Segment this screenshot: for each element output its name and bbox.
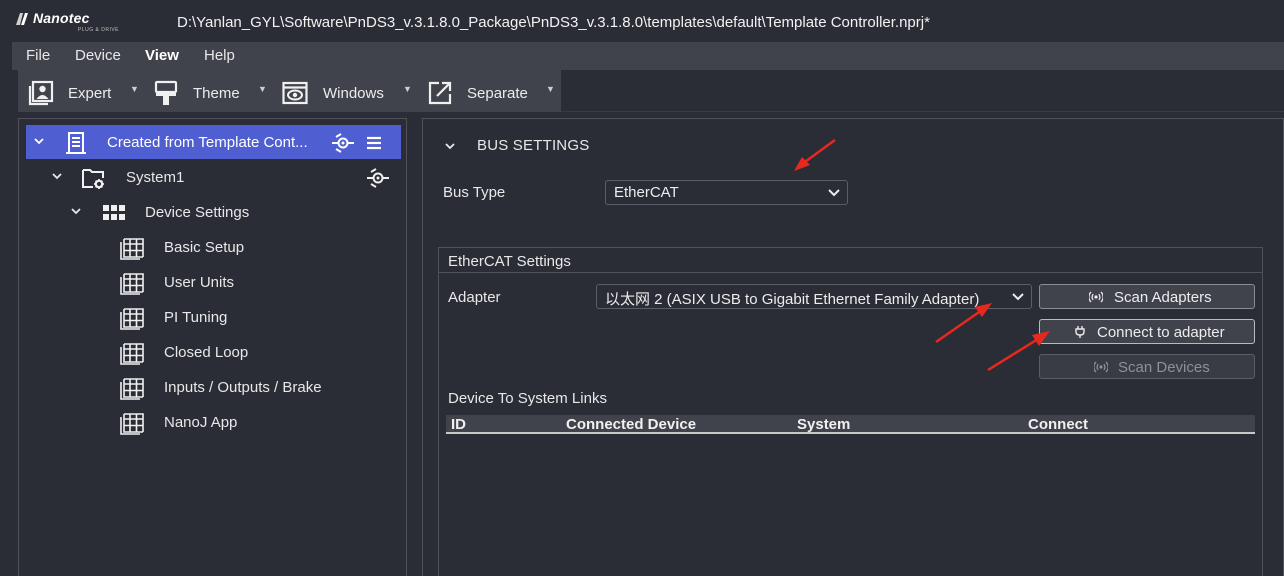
title-bar: Nanotec PLUG & DRIVE D:\Yanlan_GYL\Softw…	[0, 0, 1284, 42]
tree-label-user-units: User Units	[164, 274, 235, 291]
tree-item-system[interactable]: System1	[19, 160, 406, 194]
theme-dropdown-icon[interactable]: ▼	[258, 84, 267, 94]
logo-brand: Nanotec	[33, 10, 90, 26]
menu-device[interactable]: Device	[75, 47, 121, 64]
menu-view[interactable]: View	[145, 47, 179, 64]
wireless-signal-icon	[1089, 291, 1103, 303]
table-icon	[120, 413, 144, 435]
hamburger-menu-icon[interactable]	[362, 131, 386, 155]
adapter-select[interactable]: 以太网 2 (ASIX USB to Gigabit Ethernet Fami…	[596, 284, 1032, 309]
tree-item-project[interactable]: Created from Template Cont...	[26, 125, 401, 159]
device-links-label: Device To System Links	[448, 390, 607, 407]
tree-label-project: Created from Template Cont...	[107, 134, 308, 151]
theme-label: Theme	[193, 85, 240, 102]
tree-item-device-settings[interactable]: Device Settings	[19, 195, 406, 229]
chevron-down-icon[interactable]	[444, 140, 456, 152]
bus-type-select[interactable]: EtherCAT	[605, 180, 848, 205]
bus-type-label: Bus Type	[443, 184, 506, 201]
theme-icon	[154, 80, 178, 105]
chevron-down-icon[interactable]	[33, 135, 45, 147]
scan-devices-label: Scan Devices	[1118, 359, 1210, 376]
windows-label: Windows	[323, 85, 384, 102]
tree-label-inputs-outputs-brake: Inputs / Outputs / Brake	[164, 379, 322, 396]
table-icon	[120, 238, 144, 260]
project-tree-panel: Created from Template Cont... System1 De…	[18, 118, 407, 576]
connection-icon[interactable]	[366, 166, 390, 190]
chevron-down-icon[interactable]	[70, 205, 82, 217]
device-links-table-header: ID Connected Device System Connect	[446, 415, 1255, 434]
tree-label-nanoj-app: NanoJ App	[164, 414, 238, 431]
grid-icon	[103, 205, 125, 220]
tree-item-pi-tuning[interactable]: PI Tuning	[19, 300, 406, 334]
window-title: D:\Yanlan_GYL\Software\PnDS3_v.3.1.8.0_P…	[177, 14, 930, 31]
wireless-signal-icon	[1094, 361, 1108, 373]
connect-to-adapter-button[interactable]: Connect to adapter	[1039, 319, 1255, 344]
table-icon	[120, 378, 144, 400]
project-document-icon	[66, 132, 86, 154]
logo-tagline: PLUG & DRIVE	[78, 27, 120, 33]
bus-type-value: EtherCAT	[614, 184, 679, 201]
table-icon	[120, 308, 144, 330]
folder-settings-icon	[82, 169, 104, 189]
chevron-down-icon	[1012, 293, 1024, 301]
adapter-label: Adapter	[448, 289, 501, 306]
table-icon	[120, 343, 144, 365]
scan-adapters-button[interactable]: Scan Adapters	[1039, 284, 1255, 309]
separate-label: Separate	[467, 85, 528, 102]
adapter-value: 以太网 2 (ASIX USB to Gigabit Ethernet Fami…	[605, 291, 980, 308]
column-header-system[interactable]: System	[797, 416, 850, 433]
toolbar-divider	[561, 111, 1284, 112]
expert-dropdown-icon[interactable]: ▼	[130, 84, 139, 94]
tree-item-basic-setup[interactable]: Basic Setup	[19, 230, 406, 264]
plug-icon	[1075, 326, 1085, 338]
ethercat-settings-header: EtherCAT Settings	[439, 248, 1262, 273]
tree-item-inputs-outputs-brake[interactable]: Inputs / Outputs / Brake	[19, 370, 406, 404]
connection-icon[interactable]	[331, 131, 355, 155]
tree-item-closed-loop[interactable]: Closed Loop	[19, 335, 406, 369]
chevron-down-icon	[828, 189, 840, 197]
theme-button[interactable]: Theme ▼	[153, 70, 273, 112]
expert-label: Expert	[68, 85, 112, 102]
nanotec-logo: Nanotec PLUG & DRIVE	[16, 10, 126, 34]
separate-button[interactable]: Separate ▼	[426, 70, 558, 112]
column-header-connected-device[interactable]: Connected Device	[566, 416, 696, 433]
section-title-bus-settings: BUS SETTINGS	[477, 137, 590, 154]
connect-to-adapter-label: Connect to adapter	[1097, 324, 1225, 341]
tree-label-device-settings: Device Settings	[145, 204, 250, 221]
windows-icon	[282, 81, 308, 105]
ethercat-settings-title: EtherCAT Settings	[448, 253, 571, 270]
table-icon	[120, 273, 144, 295]
menu-file[interactable]: File	[26, 47, 50, 64]
windows-button[interactable]: Windows ▼	[282, 70, 417, 112]
tree-label-system: System1	[126, 169, 185, 186]
menu-bar: File Device View Help	[12, 42, 1284, 70]
column-header-id[interactable]: ID	[451, 416, 466, 433]
expert-icon	[28, 80, 54, 106]
expert-button[interactable]: Expert ▼	[26, 70, 141, 112]
chevron-down-icon[interactable]	[51, 170, 63, 182]
tree-label-basic-setup: Basic Setup	[164, 239, 245, 256]
tree-label-closed-loop: Closed Loop	[164, 344, 249, 361]
separate-dropdown-icon[interactable]: ▼	[546, 84, 555, 94]
menu-help[interactable]: Help	[204, 47, 235, 64]
scan-devices-button[interactable]: Scan Devices	[1039, 354, 1255, 379]
tree-label-pi-tuning: PI Tuning	[164, 309, 228, 326]
column-header-connect[interactable]: Connect	[1028, 416, 1088, 433]
toolbar: Expert ▼ Theme ▼ Windows ▼ Separate ▼	[18, 70, 561, 112]
nanotec-logo-icon	[16, 13, 28, 25]
windows-dropdown-icon[interactable]: ▼	[403, 84, 412, 94]
separate-icon	[428, 81, 452, 105]
tree-item-nanoj-app[interactable]: NanoJ App	[19, 405, 406, 439]
scan-adapters-label: Scan Adapters	[1114, 289, 1212, 306]
tree-item-user-units[interactable]: User Units	[19, 265, 406, 299]
